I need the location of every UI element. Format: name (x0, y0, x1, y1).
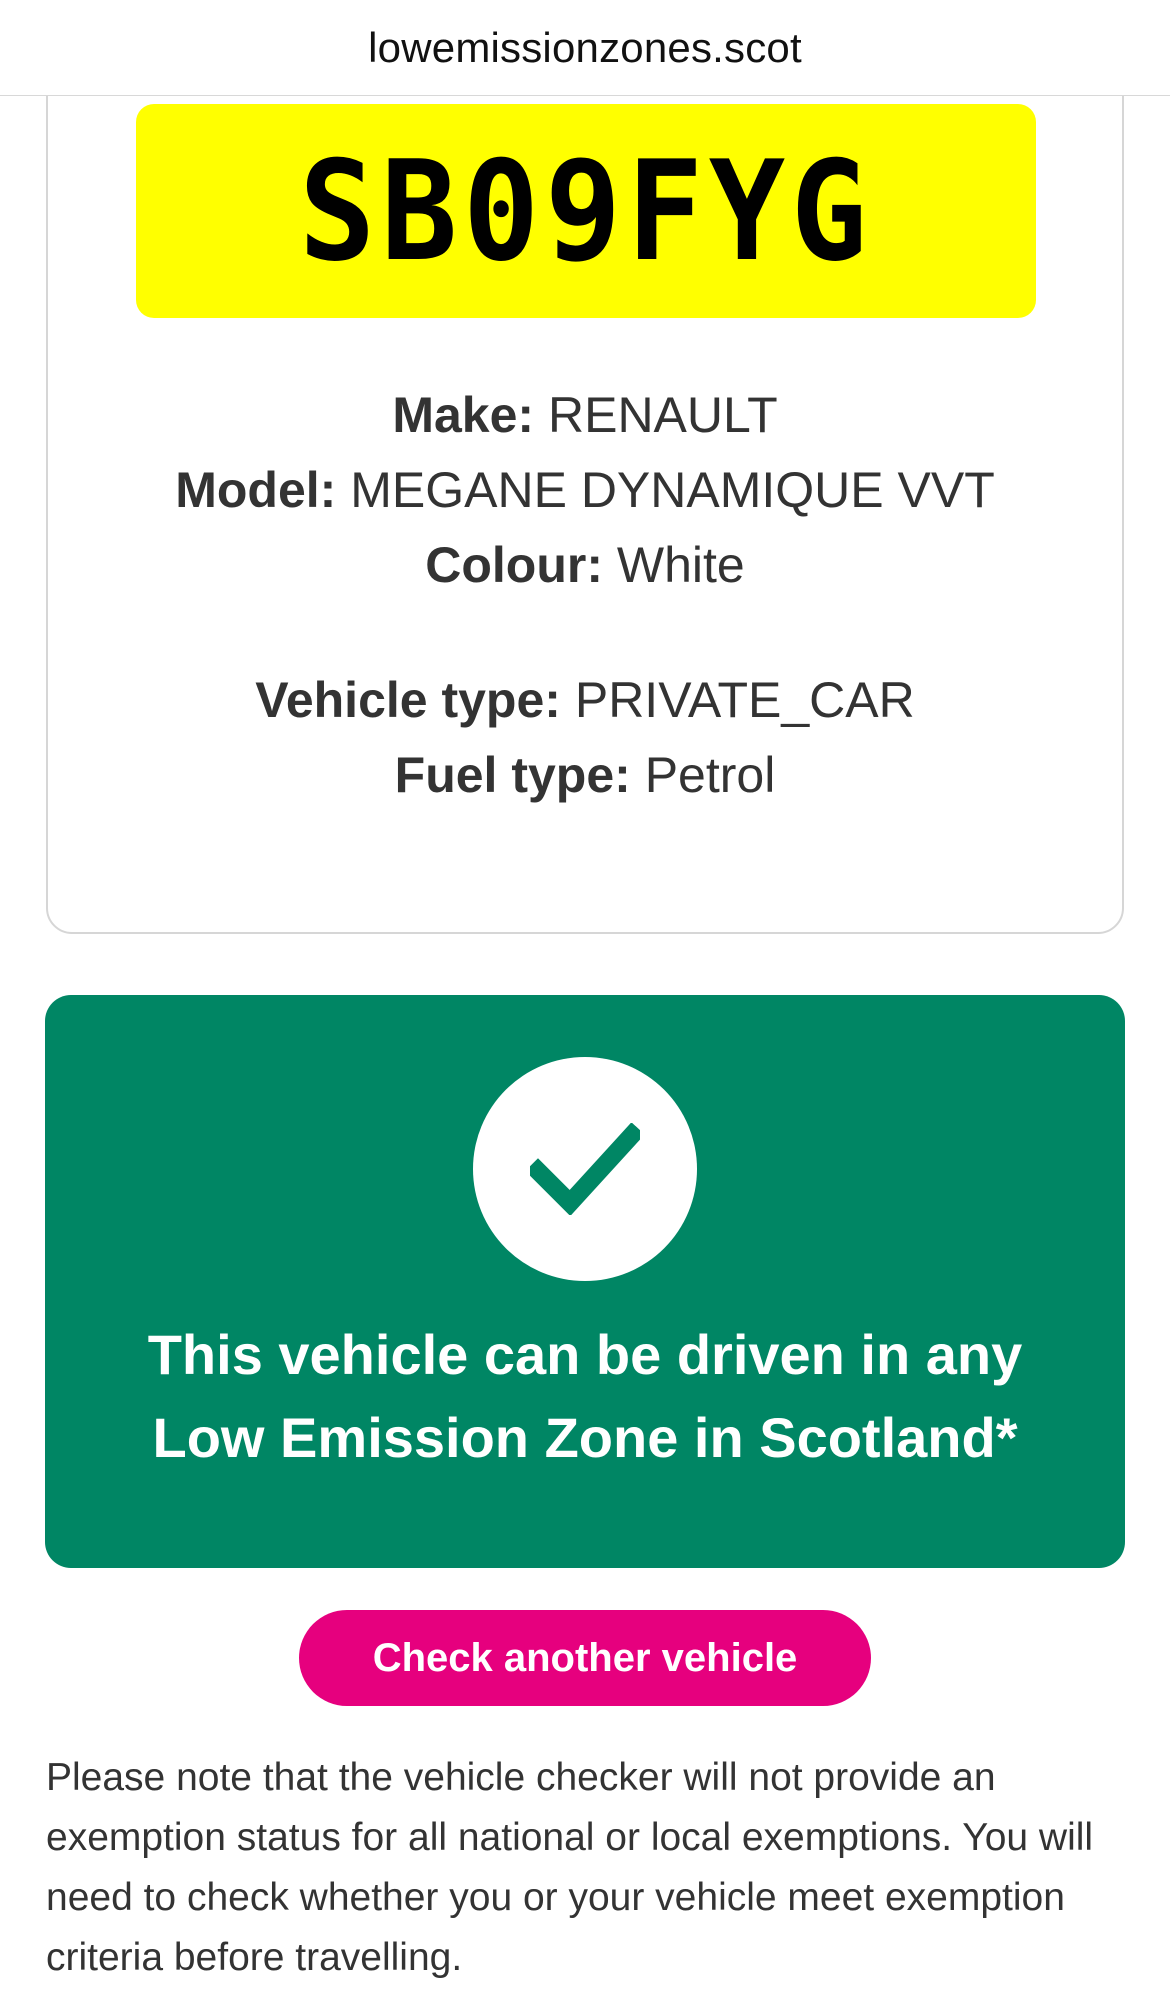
browser-url-bar[interactable]: lowemissionzones.scot (0, 0, 1170, 96)
exemption-note: Please note that the vehicle checker wil… (46, 1756, 1094, 1979)
result-line-1: This vehicle can be driven in any (147, 1323, 1023, 1386)
make-value: RENAULT (547, 387, 778, 443)
number-plate: SB09FYG (136, 104, 1036, 318)
plate-text: SB09FYG (299, 130, 873, 292)
vehicle-type-label: Vehicle type: (255, 672, 561, 728)
url-text: lowemissionzones.scot (368, 23, 802, 71)
result-line-2: Low Emission Zone in Scotland* (152, 1406, 1018, 1469)
colour-row: Colour: White (48, 528, 1122, 603)
details-spacer (48, 603, 1122, 663)
vehicle-type-value: PRIVATE_CAR (574, 672, 915, 728)
fuel-type-label: Fuel type: (394, 747, 631, 803)
model-label: Model: (175, 462, 337, 518)
checkmark-icon (473, 1057, 697, 1281)
vehicle-type-row: Vehicle type: PRIVATE_CAR (48, 663, 1122, 738)
result-message: This vehicle can be driven in any Low Em… (45, 1313, 1125, 1479)
colour-label: Colour: (425, 537, 603, 593)
model-row: Model: MEGANE DYNAMIQUE VVT (48, 453, 1122, 528)
model-value: MEGANE DYNAMIQUE VVT (350, 462, 995, 518)
make-label: Make: (392, 387, 535, 443)
check-another-vehicle-button[interactable]: Check another vehicle (299, 1610, 871, 1706)
compliance-result-panel: This vehicle can be driven in any Low Em… (45, 995, 1125, 1568)
vehicle-details-card: SB09FYG Make: RENAULT Model: MEGANE DYNA… (46, 40, 1124, 934)
colour-value: White (616, 537, 745, 593)
fuel-type-value: Petrol (644, 747, 776, 803)
fuel-type-row: Fuel type: Petrol (48, 738, 1122, 813)
make-row: Make: RENAULT (48, 378, 1122, 453)
vehicle-details: Make: RENAULT Model: MEGANE DYNAMIQUE VV… (48, 378, 1122, 813)
